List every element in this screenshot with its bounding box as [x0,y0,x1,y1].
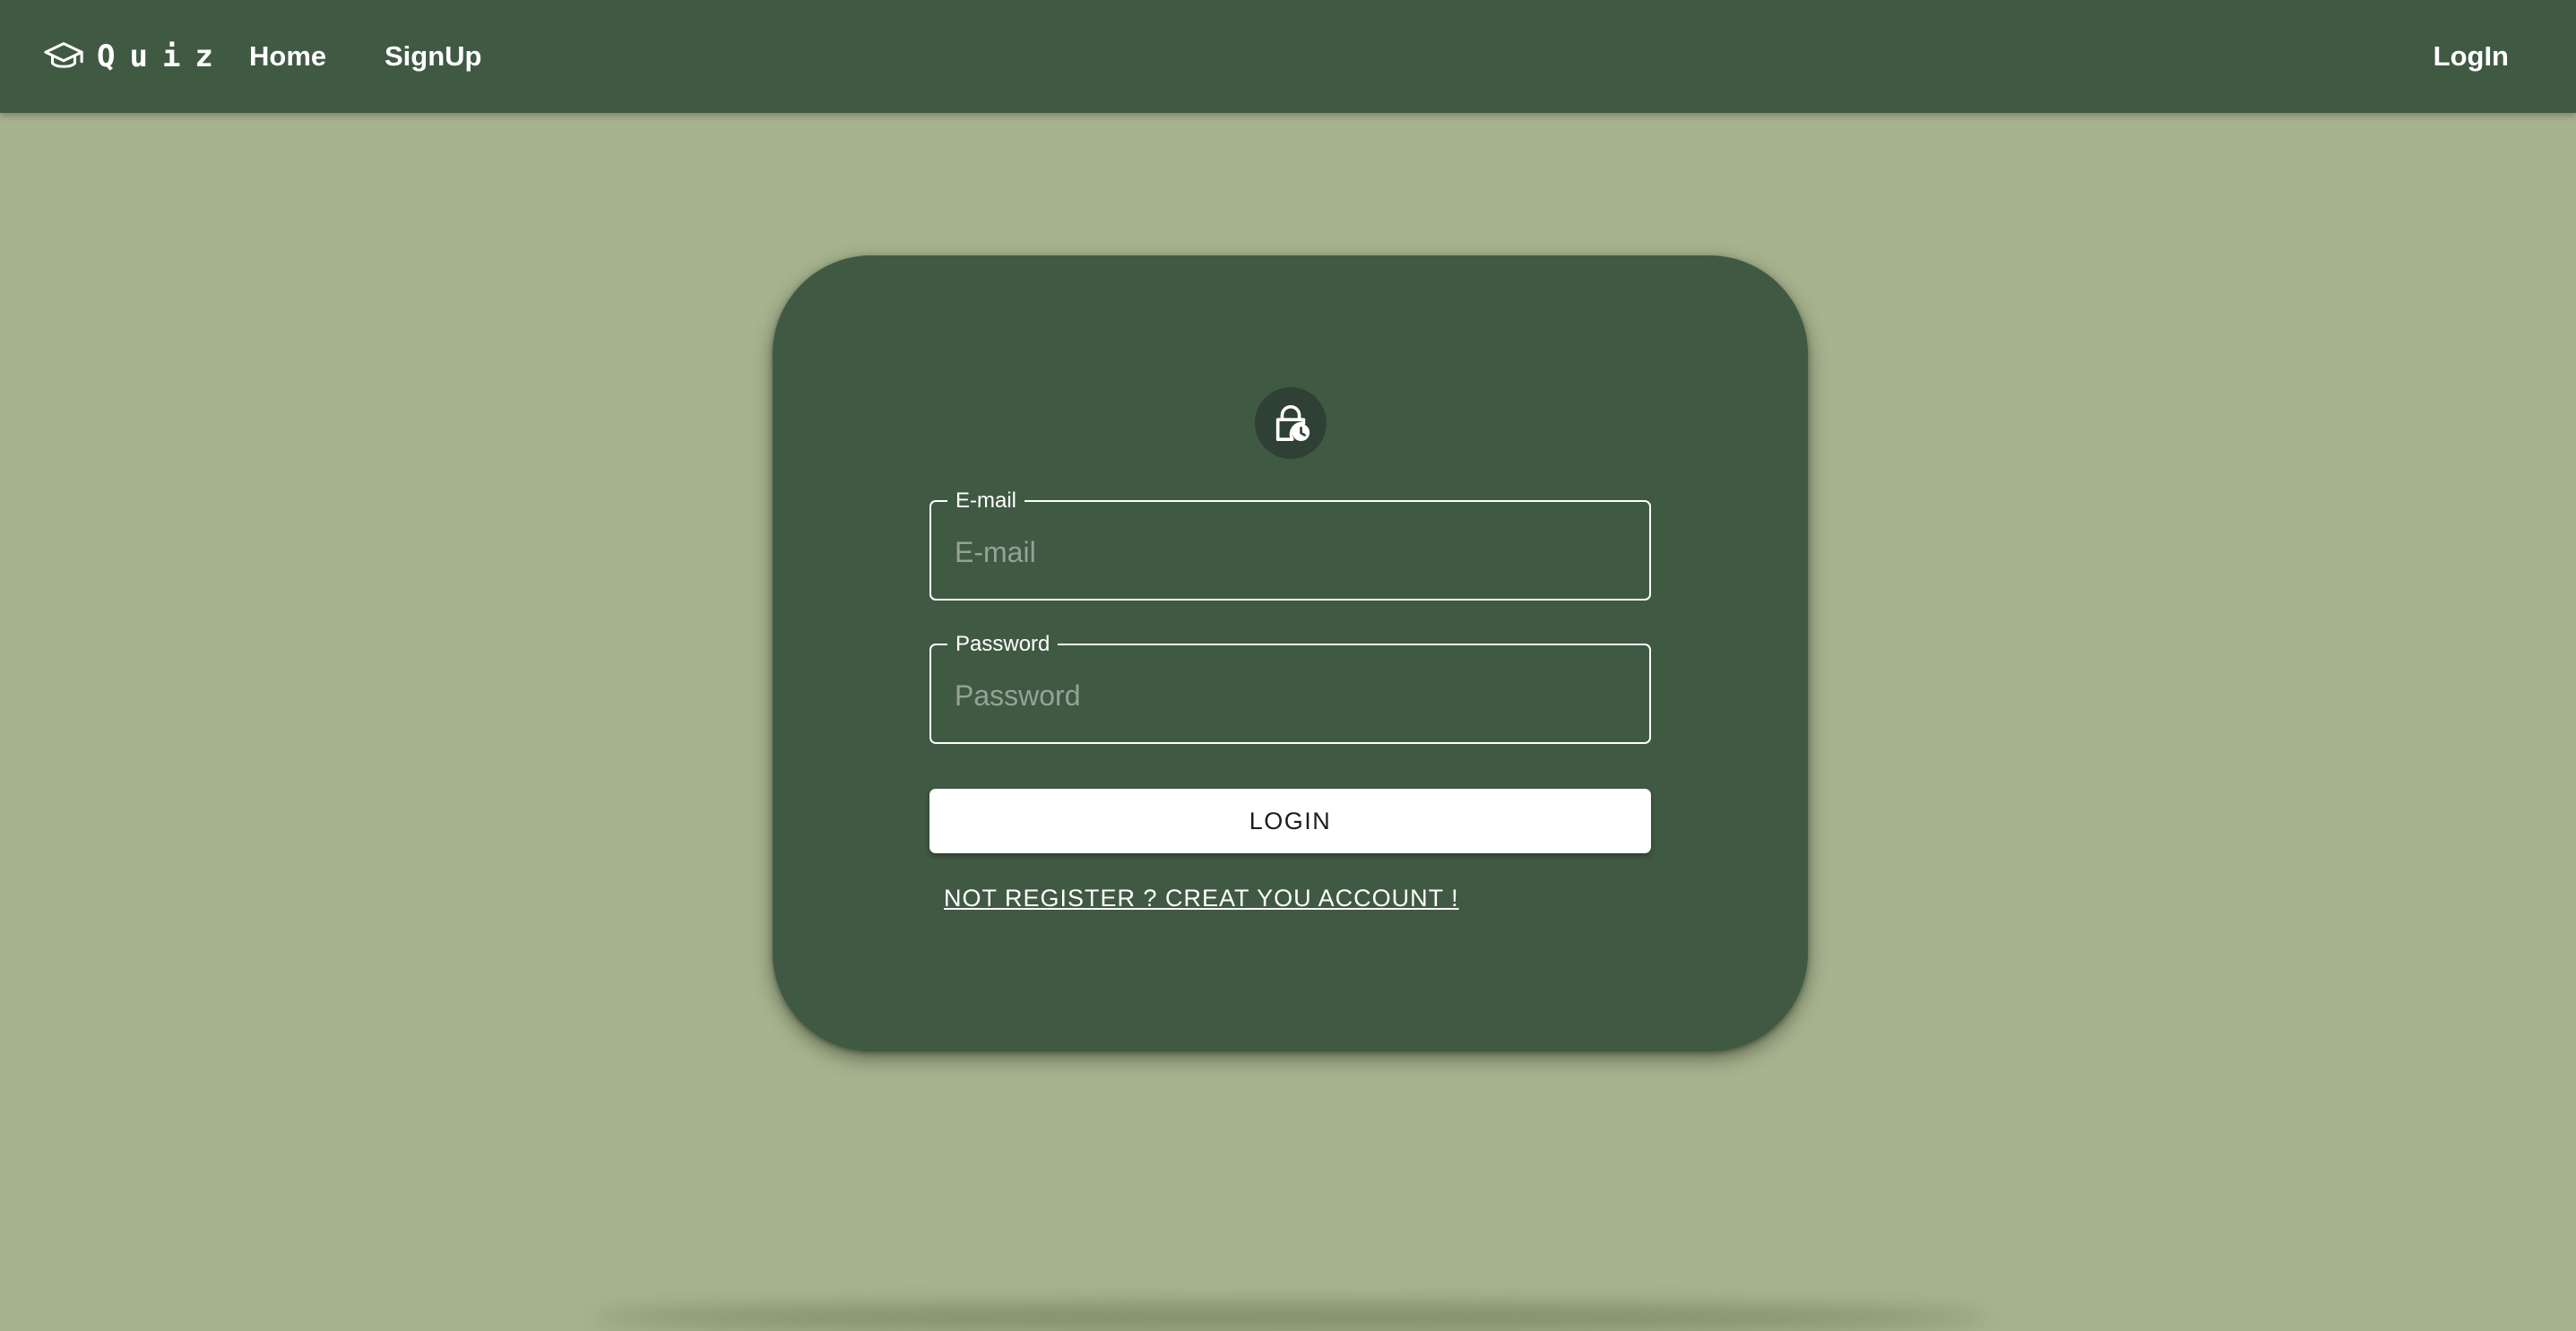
login-card: E-mail Password LOGIN NOT REGISTER ? CRE… [773,255,1808,1051]
email-input[interactable] [955,523,1627,581]
password-field: Password [929,633,1651,744]
lock-clock-icon [1275,404,1310,442]
bottom-shadow [592,1304,1990,1331]
password-label: Password [955,632,1050,656]
top-navbar: Quiz Home SignUp LogIn [0,0,2576,113]
nav-login-link[interactable]: LogIn [2433,34,2509,79]
register-link[interactable]: NOT REGISTER ? CREAT YOU ACCOUNT ! [944,885,1459,912]
email-field: E-mail [929,489,1651,601]
password-input[interactable] [955,667,1627,724]
nav-signup-link[interactable]: SignUp [385,34,482,79]
email-label: E-mail [955,488,1017,513]
lock-avatar [1255,387,1327,459]
login-button[interactable]: LOGIN [929,789,1651,853]
brand[interactable]: Quiz [43,32,228,81]
brand-name: Quiz [97,39,228,74]
nav-home-link[interactable]: Home [249,34,326,79]
graduation-cap-icon [44,42,83,68]
